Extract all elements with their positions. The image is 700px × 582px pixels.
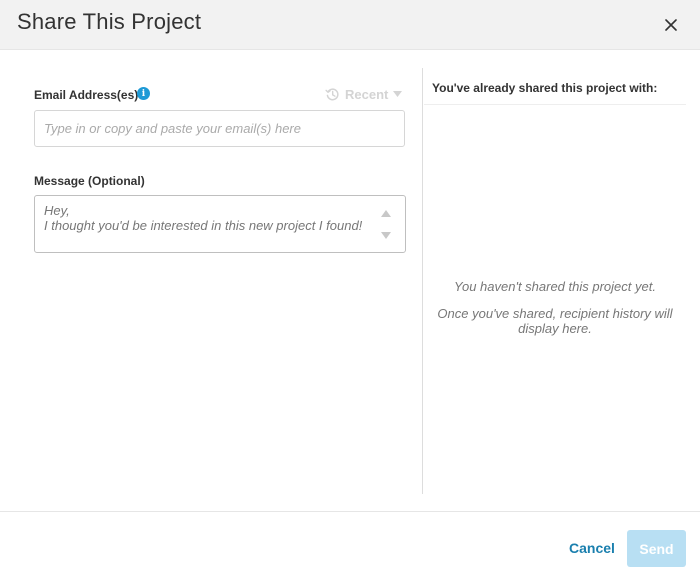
- close-button[interactable]: [660, 14, 682, 36]
- empty-history-title: You haven't shared this project yet.: [454, 279, 656, 294]
- empty-history-description: Once you've shared, recipient history wi…: [437, 306, 673, 336]
- message-textarea[interactable]: Hey, I thought you'd be interested in th…: [34, 195, 406, 253]
- history-icon: [325, 87, 340, 102]
- email-label: Email Address(es): [34, 88, 139, 102]
- panel-divider: [422, 68, 423, 494]
- close-icon[interactable]: [665, 19, 677, 31]
- recent-label: Recent: [345, 86, 389, 102]
- send-button[interactable]: Send: [627, 530, 686, 567]
- recent-dropdown[interactable]: Recent: [325, 86, 403, 102]
- scroll-up-arrow[interactable]: [380, 208, 392, 218]
- chevron-down-icon: [393, 91, 403, 97]
- scroll-down-arrow[interactable]: [380, 230, 392, 240]
- info-icon[interactable]: i: [137, 87, 150, 100]
- message-label: Message (Optional): [34, 174, 145, 188]
- email-input[interactable]: [34, 110, 405, 147]
- message-text[interactable]: Hey, I thought you'd be interested in th…: [44, 203, 364, 233]
- dialog-header: Share This Project: [0, 0, 700, 50]
- cancel-button[interactable]: Cancel: [560, 537, 624, 559]
- dialog-title: Share This Project: [17, 9, 202, 34]
- shared-history-heading: You've already shared this project with:: [432, 81, 658, 95]
- history-separator: [424, 104, 686, 105]
- footer-separator: [0, 511, 700, 512]
